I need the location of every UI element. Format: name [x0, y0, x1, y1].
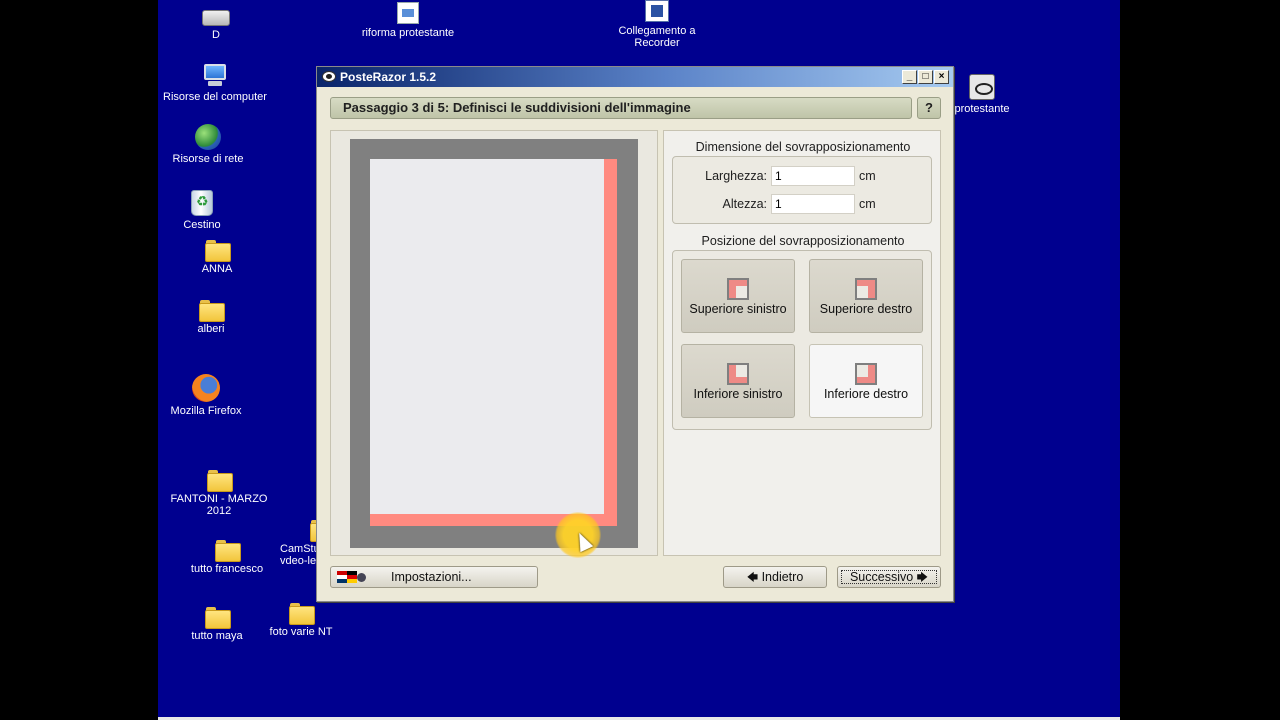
desktop-icon-label: Risorse del computer: [163, 91, 267, 103]
minimize-button[interactable]: _: [902, 70, 917, 84]
language-flags-icon: [337, 571, 367, 583]
desktop-icon-label: FANTONI - MARZO 2012: [170, 493, 268, 517]
desktop-icon-my-computer[interactable]: Risorse del computer: [160, 64, 270, 103]
desktop-icon-label: foto varie NT: [269, 626, 333, 638]
bottom-left-label: Inferiore sinistro: [693, 387, 783, 401]
folder-icon: [207, 470, 233, 492]
recycle-bin-icon: [191, 190, 213, 216]
width-input[interactable]: [771, 166, 855, 186]
height-label: Altezza:: [722, 197, 767, 211]
screen-left-border: [0, 0, 158, 720]
next-button[interactable]: Successivo 🡆: [837, 566, 941, 588]
app-eye-icon: [322, 71, 336, 82]
shortcut-icon: [645, 0, 669, 22]
back-button[interactable]: 🡄 Indietro: [723, 566, 827, 588]
desktop-icon-label: riforma protestante: [361, 27, 455, 39]
desktop-icon-label: Collegamento a Recorder: [618, 25, 696, 49]
preview-printable-area: [370, 159, 604, 514]
desktop-icon-alberi[interactable]: alberi: [158, 300, 266, 335]
eye-icon: [969, 74, 995, 100]
desktop-icon-label: protestante: [954, 103, 1010, 115]
height-unit: cm: [859, 197, 876, 211]
bottom-left-overlap-icon: [727, 363, 749, 385]
folder-icon: [289, 603, 315, 625]
window-title: PosteRazor 1.5.2: [340, 70, 437, 84]
help-button[interactable]: ?: [917, 97, 941, 119]
desktop-icon-label: tutto francesco: [190, 563, 264, 575]
firefox-icon: [192, 374, 220, 402]
desktop-icon-fantoni[interactable]: FANTONI - MARZO 2012: [164, 470, 274, 517]
desktop-icon-recycle-bin[interactable]: Cestino: [158, 190, 257, 231]
desktop-icon-label: Risorse di rete: [172, 153, 244, 165]
desktop-icon-label: ANNA: [201, 263, 233, 275]
desktop-icon-label: tutto maya: [191, 630, 243, 642]
document-icon: [397, 2, 419, 24]
top-left-overlap-icon: [727, 278, 749, 300]
back-label: Indietro: [761, 570, 804, 584]
preview-paper-border: [350, 139, 638, 558]
posterazor-window: PosteRazor 1.5.2 _ □ × Passaggio 3 di 5:…: [316, 66, 954, 602]
bottom-right-label: Inferiore destro: [823, 387, 909, 401]
arrow-left-icon: 🡄: [746, 572, 759, 584]
folder-icon: [205, 240, 231, 262]
top-right-overlap-icon: [855, 278, 877, 300]
desktop-icon-riforma-protestante[interactable]: riforma protestante: [353, 2, 463, 39]
desktop-icon-label: D: [212, 29, 220, 41]
width-unit: cm: [859, 169, 876, 183]
focus-rect: [841, 570, 937, 584]
desktop-icon-label: Cestino: [183, 219, 221, 231]
desktop-icon-firefox[interactable]: Mozilla Firefox: [158, 374, 261, 417]
top-right-label: Superiore destro: [819, 302, 913, 316]
bottom-right-overlap-icon: [855, 363, 877, 385]
desktop-icon-network[interactable]: Risorse di rete: [158, 124, 263, 165]
desktop-icon-camstudio[interactable]: CamStudio vdeo-lez: [263, 520, 336, 567]
folder-icon: [205, 607, 231, 629]
drive-icon: [202, 10, 230, 26]
top-left-label: Superiore sinistro: [689, 302, 787, 316]
bottom-left-button[interactable]: Inferiore sinistro: [681, 344, 795, 418]
poster-preview-panel: [330, 130, 658, 558]
overlap-right-strip: [604, 159, 617, 526]
desktop-icon-label: alberi: [197, 323, 225, 335]
settings-label: Impostazioni...: [391, 570, 472, 584]
computer-icon: [202, 64, 228, 88]
desktop-icon-tutto-maya[interactable]: tutto maya: [162, 607, 272, 642]
folder-icon: [215, 540, 241, 562]
bottom-right-button[interactable]: Inferiore destro: [809, 344, 923, 418]
top-left-button[interactable]: Superiore sinistro: [681, 259, 795, 333]
network-icon: [195, 124, 221, 150]
overlap-settings-panel: Dimensione del sovrapposizionamento Larg…: [663, 130, 941, 556]
desktop-icon-d[interactable]: D: [161, 10, 271, 41]
screen-right-border: [1120, 0, 1280, 720]
folder-icon: [199, 300, 225, 322]
title-bar[interactable]: PosteRazor 1.5.2 _ □ ×: [317, 67, 953, 87]
desktop-icon-recorder-shortcut[interactable]: Collegamento a Recorder: [602, 0, 712, 49]
overlap-position-title: Posizione del sovrapposizionamento: [701, 234, 905, 248]
overlap-size-title: Dimensione del sovrapposizionamento: [695, 140, 911, 154]
step-title: Passaggio 3 di 5: Definisci le suddivisi…: [330, 97, 912, 119]
overlap-position-group: Superiore sinistro Superiore destro Infe…: [672, 250, 932, 430]
overlap-size-group: Larghezza: cm Altezza: cm: [672, 156, 932, 224]
settings-button[interactable]: Impostazioni...: [330, 566, 538, 588]
height-input[interactable]: [771, 194, 855, 214]
top-right-button[interactable]: Superiore destro: [809, 259, 923, 333]
maximize-button[interactable]: □: [918, 70, 933, 84]
desktop-icon-anna[interactable]: ANNA: [162, 240, 272, 275]
desktop-icon-label: Mozilla Firefox: [170, 405, 242, 417]
close-button[interactable]: ×: [934, 70, 949, 84]
width-label: Larghezza:: [705, 169, 767, 183]
